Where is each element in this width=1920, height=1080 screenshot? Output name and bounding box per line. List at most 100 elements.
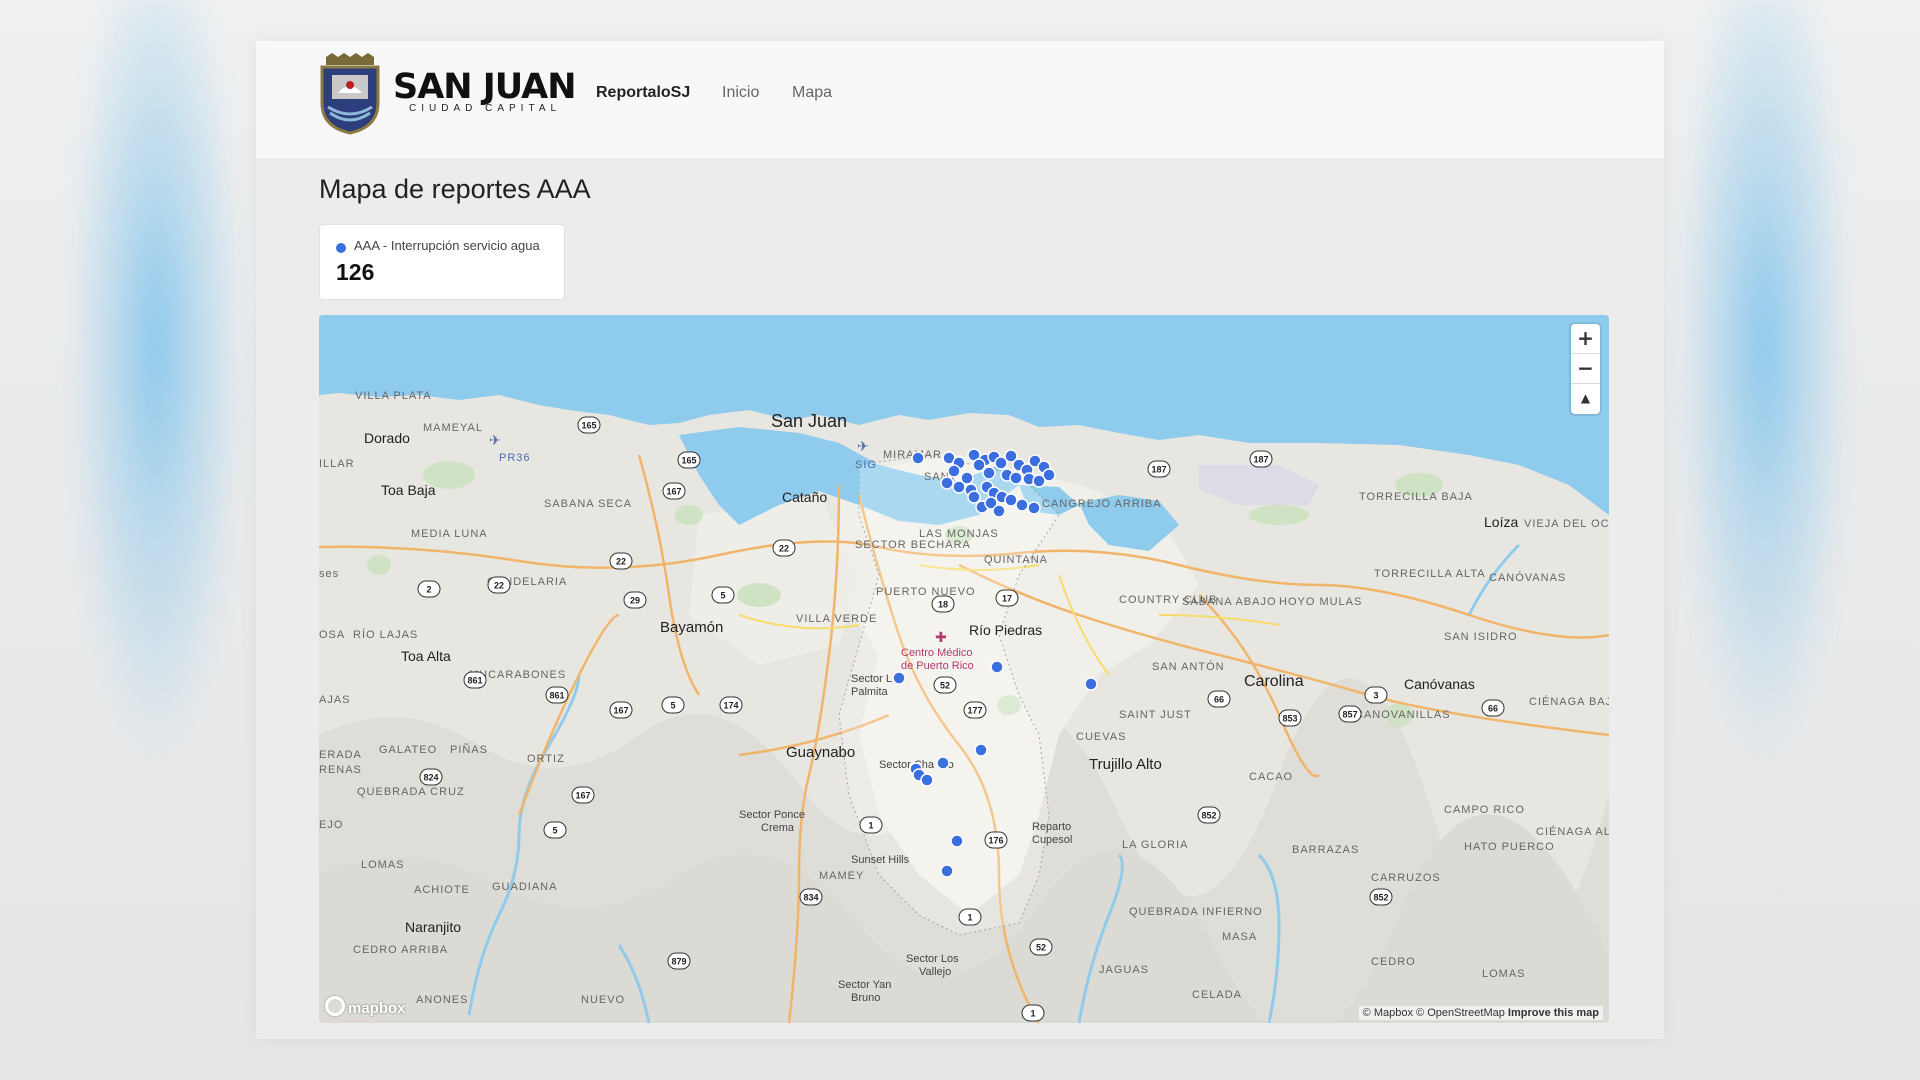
svg-text:22: 22: [616, 557, 626, 567]
report-marker[interactable]: [1004, 493, 1018, 507]
label-centro-medico: Centro Médico: [901, 647, 973, 659]
label-cacao: CACAO: [1249, 771, 1293, 783]
route-shield: 29: [623, 591, 647, 609]
report-marker[interactable]: [947, 464, 961, 478]
label-bruno: Bruno: [851, 992, 880, 1004]
label-ses: ses: [319, 568, 339, 580]
report-marker[interactable]: [940, 864, 954, 878]
improve-map-link[interactable]: Improve this map: [1508, 1007, 1599, 1019]
label-quebrada-cruz: QUEBRADA CRUZ: [357, 786, 465, 798]
svg-text:52: 52: [940, 681, 950, 691]
attribution-osm[interactable]: © OpenStreetMap: [1416, 1007, 1505, 1019]
label-toa-baja: Toa Baja: [381, 482, 436, 498]
label-cedro: CEDRO: [1371, 956, 1416, 968]
label-sector-palmita: Sector L: [851, 673, 892, 685]
svg-text:165: 165: [581, 421, 596, 431]
nav-mapa[interactable]: Mapa: [792, 84, 832, 102]
report-marker[interactable]: [940, 476, 954, 490]
report-marker[interactable]: [990, 660, 1004, 674]
label-campo-rico: CAMPO RICO: [1444, 804, 1525, 816]
attribution-mapbox[interactable]: © Mapbox: [1363, 1007, 1413, 1019]
label-ajas: AJAS: [319, 694, 351, 706]
label-anones: ANONES: [416, 994, 468, 1006]
report-marker[interactable]: [1027, 501, 1041, 515]
svg-text:1: 1: [1030, 1009, 1035, 1019]
label-crema: Crema: [761, 822, 795, 834]
report-marker[interactable]: [892, 671, 906, 685]
label-cangrejo-arriba: CANGREJO ARRIBA: [1042, 498, 1162, 510]
label-centro-medico2: de Puerto Rico: [901, 660, 974, 672]
route-shield: 1: [859, 816, 883, 834]
svg-text:22: 22: [779, 544, 789, 554]
zoom-out-button[interactable]: −: [1571, 354, 1600, 383]
label-villa-verde: VILLA VERDE: [796, 613, 877, 625]
label-illar: ILLAR: [319, 458, 355, 470]
svg-text:22: 22: [494, 581, 504, 591]
svg-text:176: 176: [988, 836, 1003, 846]
report-marker[interactable]: [1032, 474, 1046, 488]
report-marker[interactable]: [972, 458, 986, 472]
svg-text:174: 174: [723, 701, 738, 711]
svg-text:834: 834: [803, 893, 818, 903]
label-lomas-b: LOMAS: [1482, 968, 1526, 980]
report-marker[interactable]: [992, 504, 1006, 518]
label-masa: MASA: [1222, 931, 1257, 943]
route-shield: 165: [577, 416, 601, 434]
report-marker[interactable]: [967, 490, 981, 504]
route-shield: 853: [1278, 709, 1302, 727]
report-marker[interactable]: [1084, 677, 1098, 691]
zoom-in-button[interactable]: +: [1571, 324, 1600, 353]
app-name[interactable]: ReportaloSJ: [596, 84, 690, 102]
svg-text:18: 18: [938, 600, 948, 610]
route-shield: 852: [1369, 888, 1393, 906]
label-sunset-hills: Sunset Hills: [851, 854, 910, 866]
label-mameyal: MAMEYAL: [423, 422, 483, 434]
route-shield: 187: [1249, 450, 1273, 468]
route-shield: 52: [933, 676, 957, 694]
report-marker[interactable]: [950, 834, 964, 848]
label-trujillo-alto: Trujillo Alto: [1089, 756, 1162, 773]
svg-text:852: 852: [1201, 811, 1216, 821]
route-shield: 5: [661, 696, 685, 714]
report-marker[interactable]: [936, 756, 950, 770]
mapbox-ring-icon: [325, 996, 345, 1016]
compass-button[interactable]: ▲: [1571, 384, 1600, 413]
route-shield: 167: [571, 786, 595, 804]
label-dorado: Dorado: [364, 430, 410, 446]
label-osa: OSA: [319, 629, 345, 641]
report-marker[interactable]: [920, 773, 934, 787]
report-marker[interactable]: [911, 451, 925, 465]
map-canvas[interactable]: San Juan Dorado Toa Baja Cataño Bayamón …: [319, 315, 1609, 1023]
label-rio-lajas: RÍO LAJAS: [353, 628, 418, 641]
label-sabana-abajo: SABANA ABAJO: [1182, 596, 1277, 608]
nav-inicio[interactable]: Inicio: [722, 84, 759, 102]
report-marker[interactable]: [1015, 498, 1029, 512]
report-marker[interactable]: [982, 466, 996, 480]
svg-text:1: 1: [868, 821, 873, 831]
label-loiza: Loíza: [1484, 514, 1518, 530]
label-hoyo-mulas: HOYO MULAS: [1279, 596, 1362, 608]
label-carruzos: CARRUZOS: [1371, 872, 1441, 884]
report-marker[interactable]: [1009, 471, 1023, 485]
label-san-anton: SAN ANTÓN: [1152, 660, 1225, 673]
report-marker[interactable]: [974, 743, 988, 757]
label-catano: Cataño: [782, 489, 827, 505]
svg-text:66: 66: [1488, 704, 1498, 714]
label-cuevas: CUEVAS: [1076, 731, 1126, 743]
svg-text:852: 852: [1373, 893, 1388, 903]
mapbox-logo[interactable]: mapbox: [325, 996, 406, 1017]
svg-text:2: 2: [426, 585, 431, 595]
route-shield: 834: [799, 888, 823, 906]
route-shield: 167: [662, 482, 686, 500]
label-sector-bechara: SECTOR BECHARA: [855, 539, 971, 551]
brand-subtitle: CIUDAD CAPITAL: [409, 103, 562, 114]
route-shield: 22: [609, 552, 633, 570]
san-juan-crest-logo[interactable]: [318, 53, 382, 135]
report-marker[interactable]: [952, 480, 966, 494]
label-rio-piedras: Río Piedras: [969, 622, 1042, 638]
label-cienaga-alta: CIÉNAGA ALTA: [1536, 825, 1609, 838]
label-sector-chacho: Sector Cha: [879, 759, 935, 771]
map[interactable]: San Juan Dorado Toa Baja Cataño Bayamón …: [319, 315, 1609, 1023]
label-guaynabo: Guaynabo: [786, 744, 855, 761]
navbar: SAN JUAN CIUDAD CAPITAL ReportaloSJ Inic…: [256, 41, 1664, 158]
